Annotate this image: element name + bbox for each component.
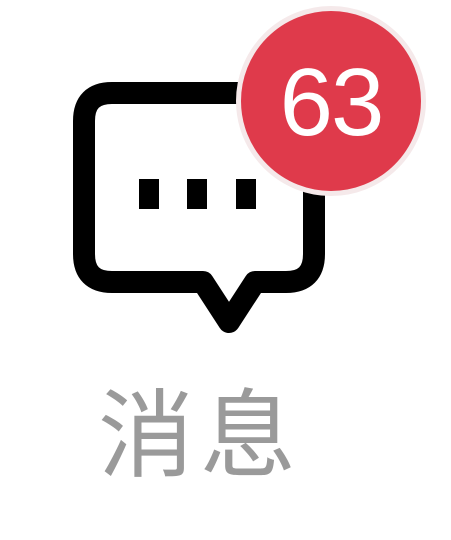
dot-1 [139, 179, 159, 209]
tab-label-messages: 消息 [98, 380, 302, 492]
dot-2 [187, 179, 207, 209]
unread-count-badge: 63 [236, 6, 426, 196]
tab-messages[interactable]: 63 消息 [0, 0, 451, 540]
unread-count: 63 [279, 49, 385, 156]
dot-3 [236, 179, 256, 209]
